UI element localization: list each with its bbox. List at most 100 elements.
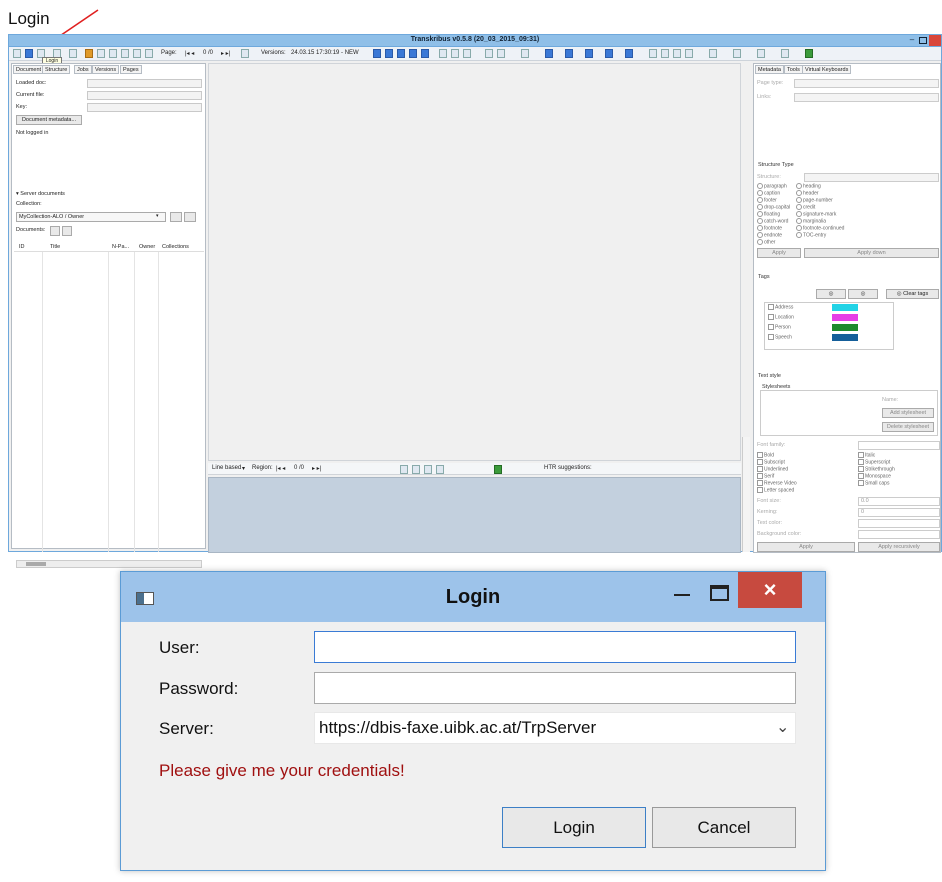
tag-remove-button[interactable]: ◎ [848,289,878,299]
style-checkbox[interactable]: Bold [757,452,774,458]
delete-stylesheet-button[interactable]: Delete stylesheet [882,422,934,432]
server-documents-toggle[interactable]: ▾ Server documents [16,191,65,197]
structure-radio[interactable]: floating [757,211,780,217]
tab-jobs[interactable]: Jobs [74,65,92,74]
tool-icon[interactable] [661,49,669,58]
image-canvas[interactable] [208,63,741,461]
document-action-button[interactable] [62,226,72,236]
login-button[interactable]: Login [502,807,646,848]
style-checkbox[interactable]: Italic [858,452,875,458]
tag-checkbox[interactable]: Address [768,304,793,310]
minimize-icon[interactable] [674,594,690,596]
tag-checkbox[interactable]: Speech [768,334,792,340]
style-checkbox[interactable]: Strikethrough [858,466,895,472]
ps-icon[interactable] [545,49,553,58]
structure-radio[interactable]: drop-capital [757,204,790,210]
undo-icon[interactable] [781,49,789,58]
format-icon[interactable] [436,465,444,474]
structure-radio[interactable]: heading [796,183,821,189]
minimize-button[interactable]: – [907,36,917,45]
format-icon[interactable] [400,465,408,474]
word-icon[interactable] [625,49,633,58]
style-checkbox[interactable]: Small caps [858,480,889,486]
export-icon[interactable] [109,49,117,58]
style-checkbox[interactable]: Superscript [858,459,890,465]
folder-icon[interactable] [85,49,93,58]
tool-icon[interactable] [685,49,693,58]
tab-versions[interactable]: Versions [92,65,120,74]
cancel-button[interactable]: Cancel [652,807,796,848]
style-checkbox[interactable]: Subscript [757,459,785,465]
document-metadata-button[interactable]: Document metadata... [16,115,82,125]
tab-metadata[interactable]: Metadata [755,65,784,74]
tag-color-swatch[interactable] [832,314,858,321]
apply-style-button[interactable]: Apply [757,542,855,552]
structure-radio[interactable]: marginalia [796,218,826,224]
font-size-field[interactable]: 0.0 [858,497,940,506]
structure-radio[interactable]: catch-word [757,218,788,224]
structure-radio[interactable]: paragraph [757,183,787,189]
kerning-field[interactable]: 0 [858,508,940,517]
next-page-icon[interactable]: ▸ ▸| [221,50,230,57]
view-icon[interactable] [385,49,393,58]
tab-virtual-keyboards[interactable]: Virtual Keyboards [802,65,852,74]
structure-radio[interactable]: footnote [757,225,782,231]
zoom-in-icon[interactable] [439,49,447,58]
tool-icon[interactable] [649,49,657,58]
view-icon[interactable] [373,49,381,58]
view-icon[interactable] [409,49,417,58]
transcription-area[interactable] [208,477,741,553]
apply-button[interactable]: Apply [757,248,801,258]
style-checkbox[interactable]: Serif [757,473,774,479]
tr-icon[interactable] [565,49,573,58]
structure-radio[interactable]: page-number [796,197,833,203]
view-icon[interactable] [397,49,405,58]
structure-radio[interactable]: header [796,190,819,196]
info-icon[interactable] [145,49,153,58]
reload-icon[interactable] [241,49,249,58]
server-select[interactable]: https://dbis-faxe.uibk.ac.at/TrpServer [314,712,796,744]
tab-tools[interactable]: Tools [784,65,803,74]
tag-color-swatch[interactable] [832,304,858,311]
column-header[interactable]: ID [19,244,25,250]
add-stylesheet-button[interactable]: Add stylesheet [882,408,934,418]
maximize-button[interactable] [919,37,927,44]
vertical-scrollbar[interactable] [742,437,750,552]
structure-field[interactable] [804,173,939,182]
tab-pages[interactable]: Pages [120,65,142,74]
settings-icon[interactable] [97,49,105,58]
page-type-field[interactable] [794,79,939,88]
tag-color-swatch[interactable] [832,334,858,341]
line-icon[interactable] [585,49,593,58]
scrollbar-thumb[interactable] [26,562,46,566]
links-field[interactable] [794,93,939,102]
collection-action-button[interactable] [170,212,182,222]
prev-region-icon[interactable]: |◂ ◂ [276,465,285,472]
color-icon[interactable] [494,465,502,474]
user-input[interactable] [314,631,796,663]
format-icon[interactable] [424,465,432,474]
style-checkbox[interactable]: Reverse Video [757,480,797,486]
font-family-select[interactable] [858,441,940,450]
versions-value[interactable]: 24.03.15 17:30:19 - NEW [291,50,359,56]
tag-checkbox[interactable]: Location [768,314,794,320]
clear-tags-button[interactable]: ◎ Clear tags [886,289,939,299]
chevron-down-icon[interactable]: ▾ [156,213,159,219]
tool-icon[interactable] [757,49,765,58]
exit-icon[interactable] [805,49,813,58]
mode-select[interactable]: Line based [212,465,241,471]
collection-select[interactable]: MyCollection-ALO / Owner [16,212,166,222]
column-header[interactable]: Owner [139,244,155,250]
select-icon[interactable] [485,49,493,58]
close-button[interactable] [929,35,941,46]
fit-icon[interactable] [463,49,471,58]
structure-radio[interactable]: caption [757,190,780,196]
apply-recursively-button[interactable]: Apply recursively [858,542,940,552]
structure-radio[interactable]: endnote [757,232,782,238]
baseline-icon[interactable] [605,49,613,58]
tool-icon[interactable] [709,49,717,58]
collection-edit-button[interactable] [184,212,196,222]
format-icon[interactable] [412,465,420,474]
login-icon[interactable] [25,49,33,58]
view-icon[interactable] [421,49,429,58]
